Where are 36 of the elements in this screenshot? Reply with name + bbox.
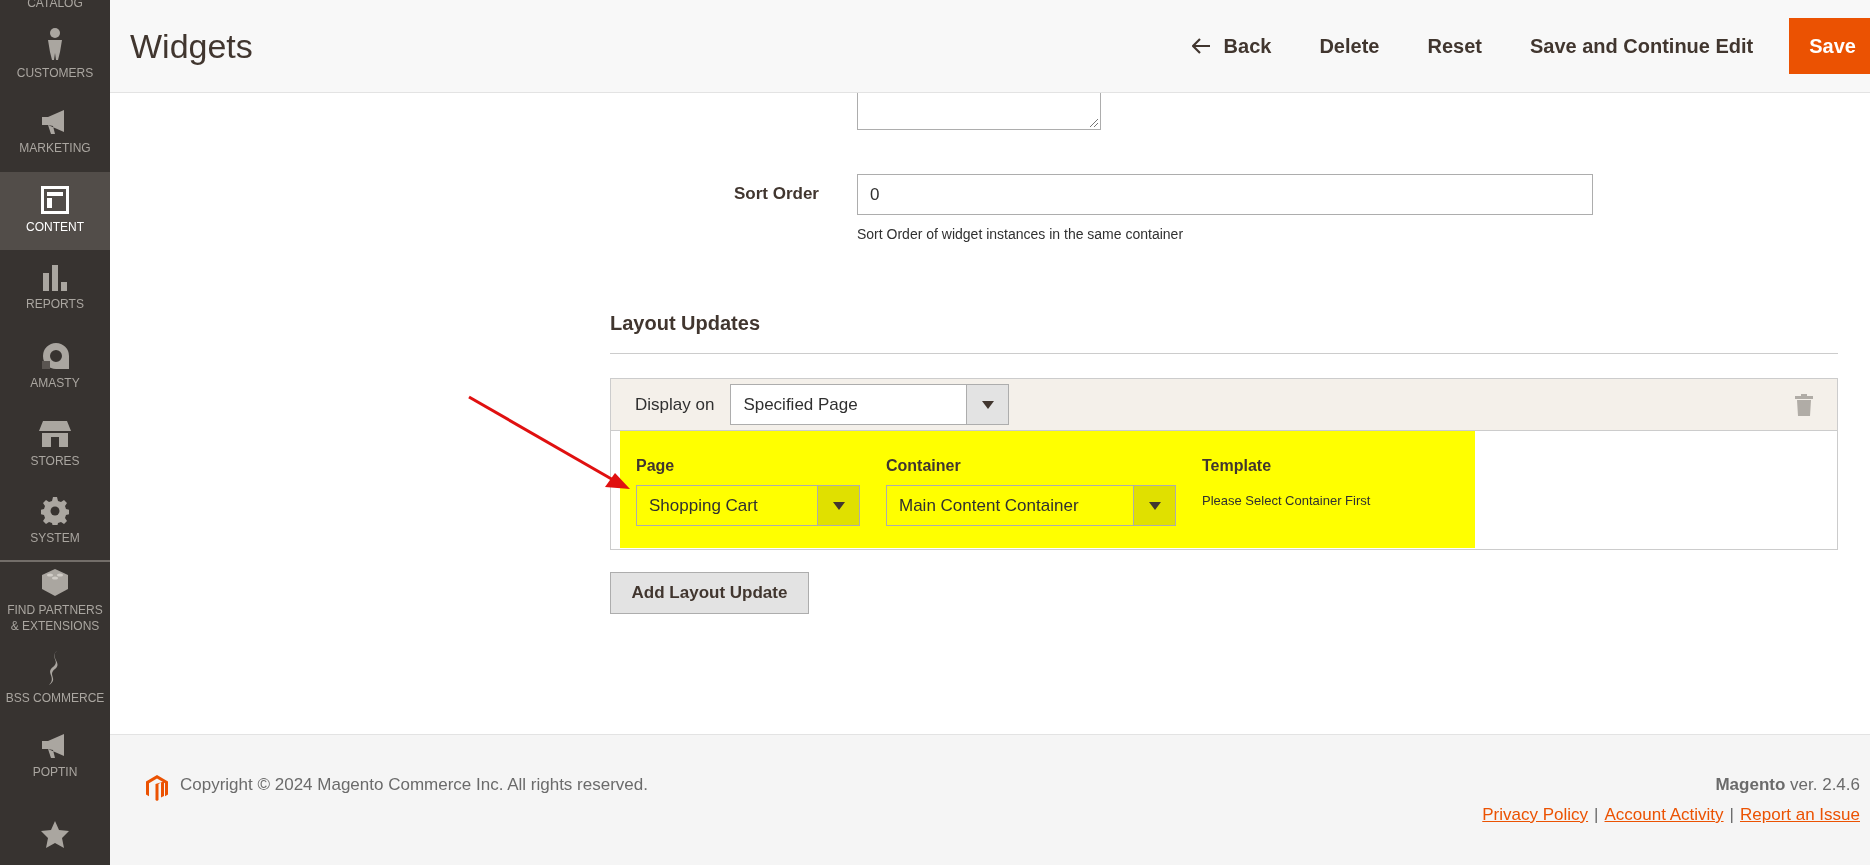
action-button[interactable]: Save and Continue Edit <box>1505 18 1778 74</box>
field-label: Template <box>1202 457 1273 475</box>
field-label: Container <box>886 457 962 475</box>
sidebar-item[interactable]: SYSTEM <box>0 484 110 562</box>
version-text: Magento ver. 2.4.6 <box>1715 775 1860 795</box>
save-button[interactable]: Save <box>1789 18 1870 74</box>
display-on-select[interactable]: Specified Page <box>730 384 1010 425</box>
sidebar-item[interactable]: AMASTY <box>0 328 110 406</box>
field-label: Sort Order <box>732 183 820 204</box>
sidebar-item[interactable]: REPORTS <box>0 250 110 328</box>
field-label: Page <box>636 457 676 475</box>
field-hint: Sort Order of widget instances in the same container <box>857 226 1185 242</box>
action-button[interactable]: Delete <box>1295 18 1404 74</box>
separator: | <box>1594 805 1599 825</box>
back-button[interactable]: Back <box>1167 18 1296 74</box>
action-button[interactable]: Reset <box>1403 18 1506 74</box>
page-title: Widgets <box>130 26 254 66</box>
sort-order-field[interactable]: 0 <box>857 174 1593 215</box>
add-layout-update-button[interactable]: Add Layout Update <box>610 572 809 614</box>
note-text: Please Select Container First <box>1202 493 1371 508</box>
sidebar-item[interactable]: CUSTOMERS <box>0 16 110 94</box>
footer-link[interactable]: Privacy Policy <box>1482 805 1589 825</box>
sidebar-item[interactable]: STORES <box>0 406 110 484</box>
section-title: Layout Updates <box>610 312 1838 354</box>
footer-link[interactable]: Report an Issue <box>1740 805 1860 825</box>
sidebar-item[interactable]: FIND PARTNERS & EXTENSIONS <box>0 562 110 640</box>
page-select[interactable]: Shopping Cart <box>636 485 860 526</box>
field-label: Display on <box>635 394 715 415</box>
copyright-text: Copyright © 2024 Magento Commerce Inc. All rights reserved. <box>180 775 648 795</box>
sidebar-item[interactable]: BSS COMMERCE <box>0 640 110 718</box>
sidebar-item[interactable]: CONTENT <box>0 172 110 250</box>
sidebar-item[interactable]: MARKETING <box>0 94 110 172</box>
container-select[interactable]: Main Content Container <box>886 485 1176 526</box>
footer-link[interactable]: Account Activity <box>1604 805 1724 825</box>
separator: | <box>1729 805 1734 825</box>
sidebar-item[interactable]: POPTIN <box>0 718 110 796</box>
